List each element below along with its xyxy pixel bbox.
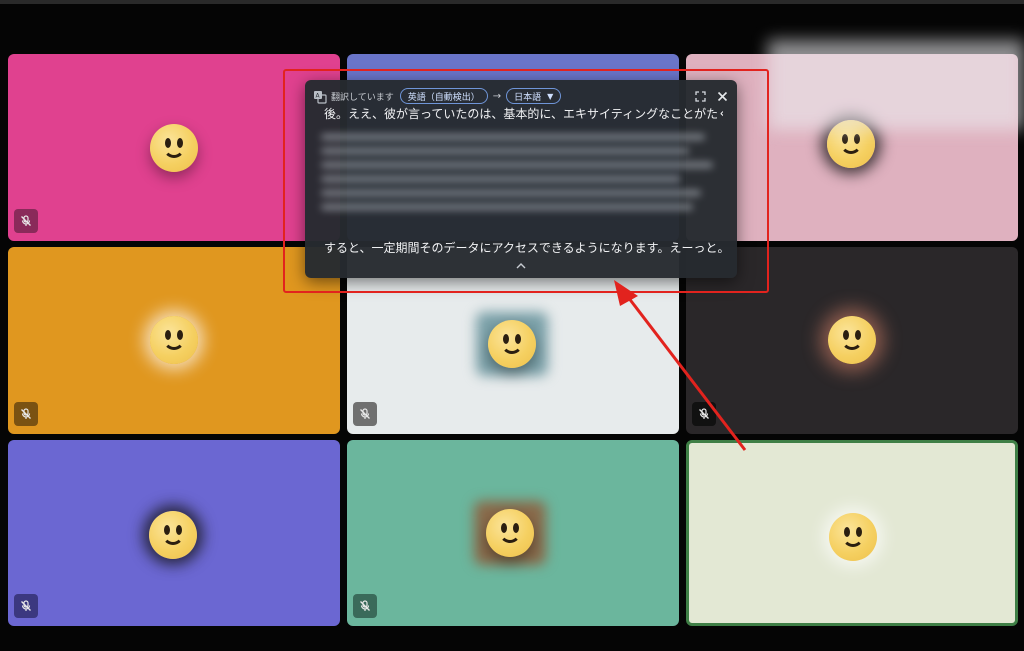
smiley-face-icon [828,316,876,364]
smiley-face-icon [488,320,536,368]
mic-off-icon [14,209,38,233]
participant-tile-active-speaker[interactable] [686,440,1018,626]
smiley-face-icon [829,513,877,561]
smiley-face-icon [150,316,198,364]
mic-off-icon [692,402,716,426]
top-bar [0,0,1024,4]
participant-tile[interactable] [8,440,340,626]
annotation-highlight-box [283,69,769,293]
smiley-face-icon [150,123,198,172]
mic-off-icon [353,594,377,618]
smiley-face-icon [486,509,534,557]
mic-off-icon [14,402,38,426]
mic-off-icon [14,594,38,618]
participant-tile[interactable] [347,440,679,626]
mic-off-icon [353,402,377,426]
smiley-face-icon [149,511,197,559]
blurred-region [768,40,1024,130]
